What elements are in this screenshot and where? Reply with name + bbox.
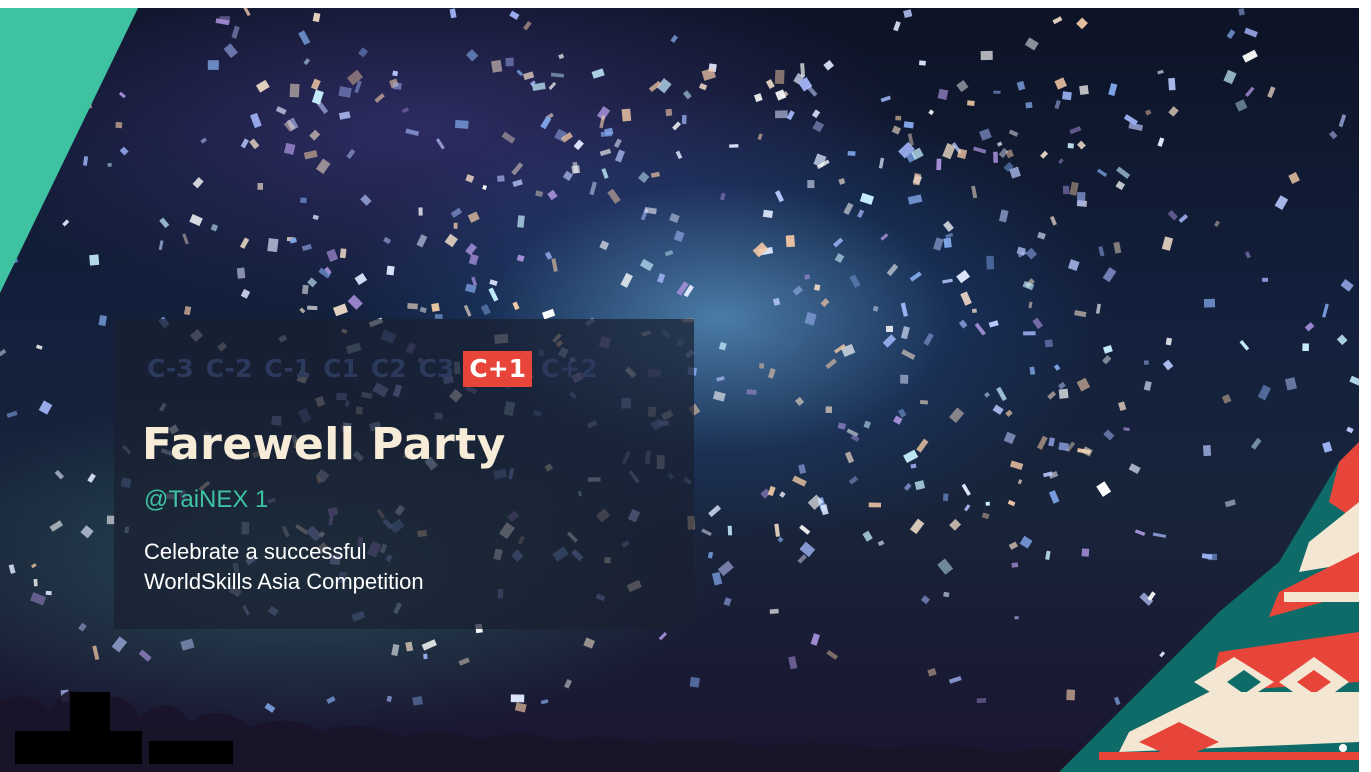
description-line-2: WorldSkills Asia Competition — [144, 569, 424, 594]
day-c-plus-2: C+2 — [541, 354, 598, 383]
event-title: Farewell Party — [142, 419, 506, 470]
day-c2: C2 — [370, 354, 407, 383]
day-c-minus-1: C-1 — [264, 354, 312, 383]
day-c3: C3 — [418, 354, 455, 383]
day-c-minus-3: C-3 — [147, 354, 194, 383]
day-c-plus-1-active: C+1 — [463, 351, 533, 387]
redaction-bar-right — [149, 741, 233, 764]
day-c1: C1 — [323, 354, 359, 383]
event-venue: @TaiNEX 1 — [144, 486, 269, 513]
teal-corner-shape — [0, 8, 138, 293]
schedule-day-strip: C-3 C-2 C-1 C1 C2 C3 C+1 C+2 — [144, 351, 601, 387]
slide: C-3 C-2 C-1 C1 C2 C3 C+1 C+2 Farewell Pa… — [0, 8, 1359, 772]
day-c-minus-2: C-2 — [205, 354, 253, 383]
event-info-panel: C-3 C-2 C-1 C1 C2 C3 C+1 C+2 Farewell Pa… — [114, 319, 694, 629]
redaction-bar-left — [15, 731, 142, 764]
description-line-1: Celebrate a successful — [144, 539, 367, 564]
tribal-pattern-decoration — [1059, 442, 1359, 772]
redaction-block — [70, 692, 110, 732]
slide-indicator-dot — [1339, 744, 1347, 752]
event-description: Celebrate a successful WorldSkills Asia … — [144, 537, 424, 597]
